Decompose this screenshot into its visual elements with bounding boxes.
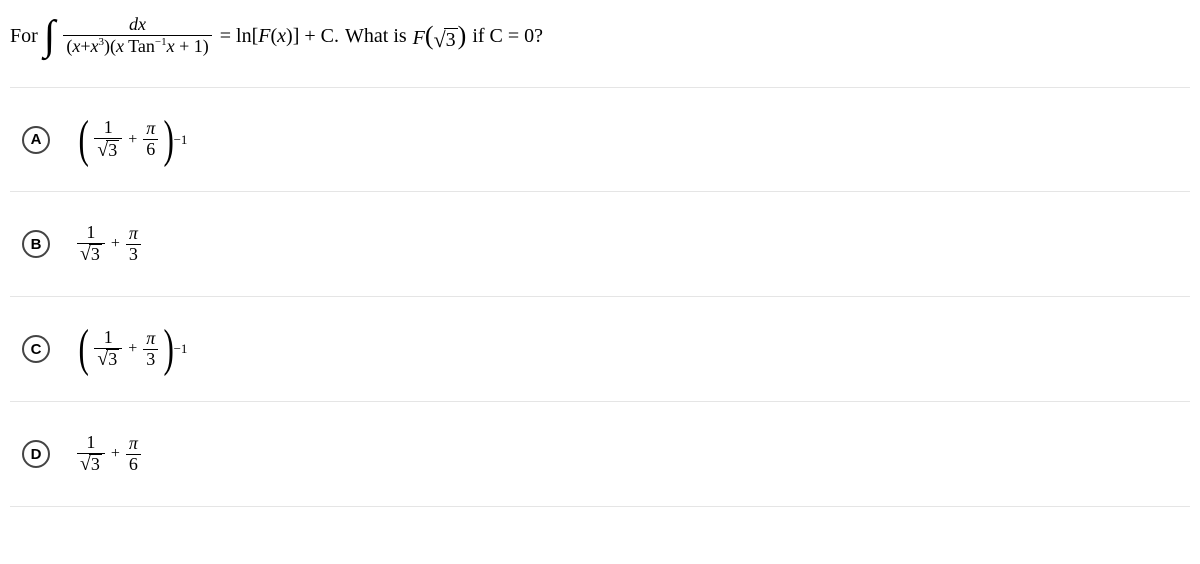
option-a-letter: A: [31, 131, 42, 148]
b-pi: π: [126, 224, 141, 244]
F2-pclose: ): [458, 21, 467, 50]
dot: .: [334, 25, 339, 47]
integral-symbol: ∫: [44, 15, 56, 57]
F2-sym: F: [413, 27, 425, 49]
d-pi: π: [126, 434, 141, 454]
d-one: 1: [83, 433, 98, 453]
sqrt3-arg: 3: [444, 28, 458, 51]
den-rx: x: [116, 36, 124, 56]
fx-close: ): [286, 25, 293, 47]
d-six: 6: [126, 455, 141, 475]
c-exp: −1: [174, 341, 188, 357]
what-is: What is: [345, 25, 407, 48]
option-b-bubble: B: [22, 230, 50, 258]
option-a-bubble: A: [22, 126, 50, 154]
b-three: 3: [126, 245, 141, 265]
option-d-math: 1 √3 + π 6: [75, 433, 143, 475]
den-tan: Tan: [124, 36, 155, 56]
equals-ln: = ln[F(x)] + C.: [220, 25, 339, 48]
plus-c: + C: [304, 25, 334, 47]
option-c[interactable]: C ( 1 √3 + π 3 ) −1: [10, 297, 1190, 402]
fx-x: x: [277, 25, 286, 47]
option-d-bubble: D: [22, 440, 50, 468]
b-plus: +: [111, 235, 120, 253]
den-rtail: x: [167, 36, 175, 56]
question-prefix: For: [10, 25, 38, 48]
c-one: 1: [101, 328, 116, 348]
if-c-zero: if C = 0?: [472, 25, 543, 48]
a-pi: π: [143, 119, 158, 139]
c-plus: +: [128, 340, 137, 358]
option-b-letter: B: [31, 236, 42, 253]
option-d-letter: D: [31, 446, 42, 463]
F2-popen: (: [425, 21, 434, 50]
option-a-math: ( 1 √3 + π 6 ) −1: [75, 114, 187, 166]
a-sqrt3: 3: [106, 140, 119, 161]
c-three: 3: [143, 350, 158, 370]
a-six: 6: [143, 140, 158, 160]
option-b[interactable]: B 1 √3 + π 3: [10, 192, 1190, 297]
c-pi: π: [143, 329, 158, 349]
d-plus: +: [111, 445, 120, 463]
option-d[interactable]: D 1 √3 + π 6: [10, 402, 1190, 507]
question-text: For ∫ dx (x+x3)(x Tan−1x + 1) = ln[F(x)]…: [10, 15, 1190, 57]
option-b-math: 1 √3 + π 3: [75, 223, 143, 265]
b-one: 1: [83, 223, 98, 243]
eq-ln: = ln: [220, 25, 252, 47]
F-of-sqrt3: F(√3): [413, 21, 467, 51]
d-sqrt3: 3: [89, 454, 102, 475]
a-one: 1: [101, 118, 116, 138]
a-plus: +: [128, 131, 137, 149]
options-list: A ( 1 √3 + π 6 ) −1 B 1 √3: [10, 87, 1190, 507]
option-c-bubble: C: [22, 335, 50, 363]
b-sqrt3: 3: [89, 244, 102, 265]
den-plus: +: [80, 36, 90, 56]
a-exp: −1: [174, 132, 188, 148]
option-c-math: ( 1 √3 + π 3 ) −1: [75, 323, 187, 375]
den-tan-exp: −1: [155, 36, 167, 48]
den-plus1: + 1: [179, 36, 203, 56]
F-sym: F: [258, 25, 270, 47]
integrand-fraction: dx (x+x3)(x Tan−1x + 1): [63, 15, 211, 57]
rbracket: ]: [293, 25, 300, 47]
c-sqrt3: 3: [106, 349, 119, 370]
option-c-letter: C: [31, 341, 42, 358]
option-a[interactable]: A ( 1 √3 + π 6 ) −1: [10, 87, 1190, 192]
den-x3-exp: 3: [98, 36, 104, 48]
integrand-num: dx: [129, 14, 146, 34]
